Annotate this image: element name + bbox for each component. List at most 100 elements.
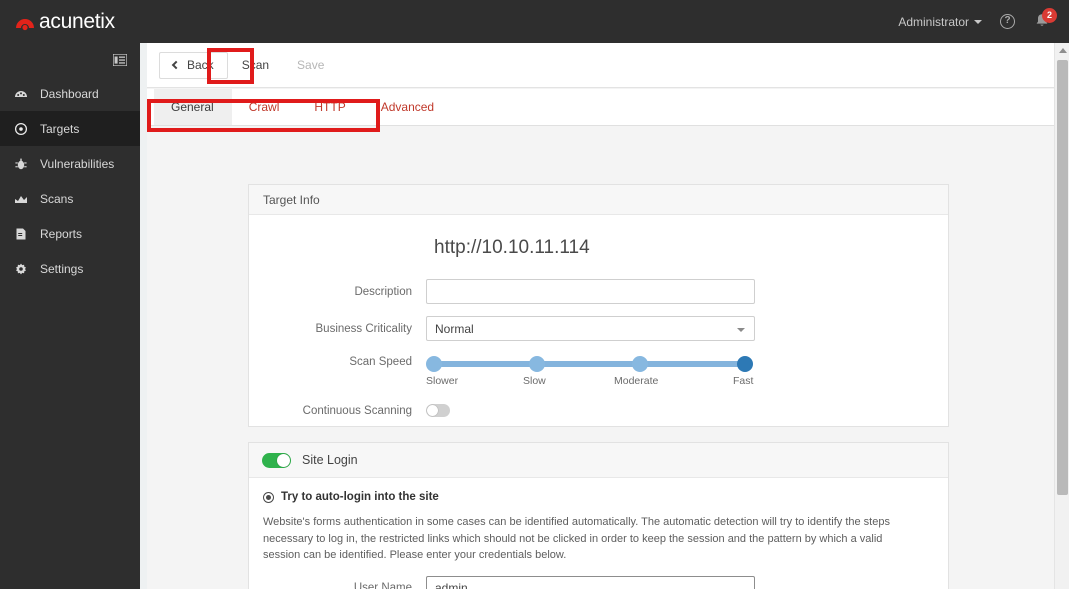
slider-track [432, 361, 749, 367]
sidebar-item-label: Scans [40, 191, 74, 206]
target-crosshair-icon [14, 122, 28, 136]
auto-login-radio[interactable] [263, 491, 274, 503]
scan-button[interactable]: Scan [227, 51, 284, 79]
sidebar-item-dashboard[interactable]: Dashboard [0, 76, 140, 111]
radio-dot [266, 494, 271, 500]
target-info-card-header: Target Info [249, 185, 948, 215]
target-info-card: Target Info http://10.10.11.114 Descript… [248, 184, 949, 427]
site-login-card-body: Try to auto-login into the site Website'… [249, 478, 948, 589]
top-bar-right: Administrator ? 2 [898, 0, 1069, 43]
target-info-title: Target Info [263, 192, 320, 207]
scan-speed-label: Scan Speed [349, 356, 412, 368]
site-login-title: Site Login [302, 453, 358, 467]
continuous-scanning-toggle[interactable] [426, 404, 450, 417]
chevron-left-icon [171, 60, 181, 70]
back-button-label: Back [187, 58, 214, 72]
bug-icon [14, 157, 28, 171]
save-button-label: Save [297, 58, 325, 72]
notifications-button[interactable]: 2 [1033, 7, 1057, 32]
site-login-help-text: Website's forms authentication in some c… [263, 516, 890, 561]
tab-general[interactable]: General [154, 89, 232, 125]
help-icon[interactable]: ? [1000, 14, 1015, 29]
continuous-scanning-label: Continuous Scanning [302, 404, 412, 417]
continuous-scanning-control [426, 404, 948, 417]
description-input[interactable] [426, 279, 755, 304]
sidebar-item-reports[interactable]: Reports [0, 216, 140, 251]
criticality-label: Business Criticality [315, 322, 413, 335]
notification-badge: 2 [1042, 7, 1057, 23]
app-logo-text: acunetix [39, 10, 115, 33]
sidebar-item-label: Dashboard [40, 86, 99, 101]
business-criticality-value: Normal [435, 321, 474, 336]
sidebar-item-label: Targets [40, 121, 80, 136]
back-button[interactable]: Back [159, 51, 228, 79]
target-url: http://10.10.11.114 [434, 237, 590, 258]
scan-speed-slider[interactable] [426, 355, 755, 373]
tab-label: HTTP [314, 100, 346, 114]
toggle-knob [277, 453, 290, 467]
tab-label: Crawl [248, 100, 280, 114]
site-login-toggle[interactable] [262, 452, 291, 468]
sidebar-item-label: Reports [40, 226, 83, 241]
sidebar-item-settings[interactable]: Settings [0, 251, 140, 286]
scan-button-label: Scan [241, 58, 270, 72]
username-control [426, 575, 948, 589]
collapse-menu-icon [113, 53, 127, 66]
slider-stop-moderate[interactable] [632, 356, 648, 372]
scrollbar-thumb[interactable] [1057, 60, 1068, 495]
site-login-card: Site Login Try to auto-login into the si… [248, 442, 949, 589]
tab-http[interactable]: HTTP [297, 89, 363, 125]
slider-label-moderate: Moderate [614, 375, 659, 387]
slider-label-fast: Fast [733, 375, 754, 387]
auto-login-radio-row[interactable]: Try to auto-login into the site [249, 478, 948, 503]
tab-label: Advanced [380, 100, 435, 114]
gear-icon [14, 262, 28, 276]
tab-label: General [171, 100, 214, 114]
main-content: Back Scan Save General Crawl HTTP Advanc… [140, 43, 1069, 589]
chart-area-icon [14, 192, 28, 206]
username-label: User Name [353, 582, 412, 589]
document-icon [14, 227, 28, 241]
sidebar-item-vulnerabilities[interactable]: Vulnerabilities [0, 146, 140, 181]
chevron-down-icon [974, 19, 982, 24]
action-toolbar: Back Scan Save [147, 43, 1069, 88]
sidebar-item-targets[interactable]: Targets [0, 111, 140, 146]
content-left-strip [140, 43, 147, 589]
sidebar-collapse-button[interactable] [0, 43, 140, 76]
toggle-knob [427, 405, 438, 416]
slider-stop-fast[interactable] [737, 356, 753, 372]
slider-label-slower: Slower [426, 375, 459, 387]
sidebar: Dashboard Targets Vulnerabilities Scans … [0, 43, 140, 589]
user-menu[interactable]: Administrator [898, 15, 982, 29]
sidebar-item-label: Vulnerabilities [40, 156, 115, 171]
vertical-scrollbar[interactable] [1054, 43, 1069, 589]
business-criticality-select[interactable]: Normal [426, 316, 755, 341]
site-login-card-header: Site Login [249, 443, 948, 478]
auto-login-radio-label: Try to auto-login into the site [281, 491, 439, 503]
scan-speed-tick-labels: Slower Slow Moderate Fast [426, 375, 755, 391]
slider-stop-slow[interactable] [529, 356, 545, 372]
settings-tabbar: General Crawl HTTP Advanced [147, 89, 1069, 126]
slider-stop-slower[interactable] [426, 356, 442, 372]
description-control [426, 279, 948, 304]
chevron-down-icon [737, 328, 745, 332]
scroll-up-arrow-icon[interactable] [1055, 43, 1069, 57]
sidebar-item-label: Settings [40, 261, 84, 276]
scan-speed-control: Slower Slow Moderate Fast [426, 355, 948, 391]
username-input[interactable] [426, 575, 755, 589]
slider-label-slow: Slow [523, 375, 546, 387]
sidebar-item-scans[interactable]: Scans [0, 181, 140, 216]
target-info-card-body: http://10.10.11.114 Description Business… [249, 237, 948, 417]
scan-speed-row: Scan Speed Slower Slow Moderate Fast [249, 355, 948, 391]
tab-advanced[interactable]: Advanced [364, 89, 452, 125]
description-label: Description [354, 285, 412, 298]
settings-scroll-region[interactable]: Target Info http://10.10.11.114 Descript… [147, 126, 1069, 589]
tab-crawl[interactable]: Crawl [232, 89, 298, 125]
app-logo[interactable]: acunetix [0, 0, 140, 43]
criticality-control: Normal [426, 316, 948, 341]
top-bar: acunetix Administrator ? 2 [0, 0, 1069, 43]
save-button: Save [283, 51, 339, 79]
acunetix-target-settings-window: acunetix Administrator ? 2 Dashboard Tar… [0, 0, 1069, 589]
dashboard-gauge-icon [14, 87, 28, 101]
acunetix-logo-icon [14, 11, 36, 33]
